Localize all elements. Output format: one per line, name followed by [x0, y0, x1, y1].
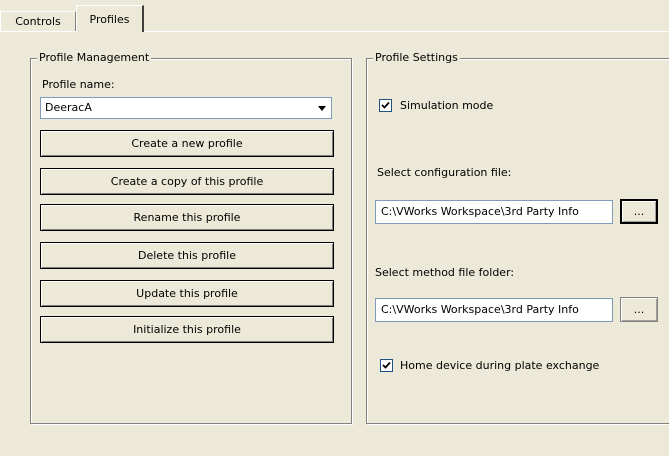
method-folder-label: Select method file folder: [375, 266, 515, 279]
profile-name-value: DeeracA [45, 101, 92, 114]
method-browse-button[interactable]: ... [620, 297, 658, 322]
tab-profiles[interactable]: Profiles [76, 5, 144, 32]
profile-settings-legend: Profile Settings [373, 51, 460, 65]
initialize-profile-button[interactable]: Initialize this profile [40, 316, 334, 343]
home-device-checkbox[interactable] [380, 359, 393, 372]
simulation-mode-label: Simulation mode [400, 99, 494, 112]
checkmark-icon [382, 361, 391, 369]
update-profile-button[interactable]: Update this profile [40, 280, 334, 307]
config-file-label: Select configuration file: [377, 166, 512, 179]
tab-controls-label: Controls [15, 15, 61, 28]
home-device-label: Home device during plate exchange [400, 359, 600, 372]
config-browse-button[interactable]: ... [620, 199, 658, 224]
chevron-down-icon[interactable] [313, 99, 330, 117]
tab-controls[interactable]: Controls [0, 11, 76, 31]
profile-management-legend: Profile Management [37, 51, 152, 65]
tab-strip: Controls Profiles [0, 0, 669, 32]
profile-name-label: Profile name: [42, 78, 115, 91]
simulation-mode-checkbox[interactable] [379, 99, 392, 112]
profile-name-combobox[interactable]: DeeracA [40, 97, 332, 119]
tab-profiles-label: Profiles [89, 12, 130, 26]
delete-profile-button[interactable]: Delete this profile [40, 242, 334, 269]
create-copy-profile-button[interactable]: Create a copy of this profile [40, 168, 334, 195]
config-file-field[interactable]: C:\VWorks Workspace\3rd Party Info [375, 200, 613, 224]
rename-profile-button[interactable]: Rename this profile [40, 204, 334, 231]
create-new-profile-button[interactable]: Create a new profile [40, 130, 334, 157]
checkmark-icon [381, 101, 390, 109]
method-folder-field[interactable]: C:\VWorks Workspace\3rd Party Info [375, 298, 613, 322]
